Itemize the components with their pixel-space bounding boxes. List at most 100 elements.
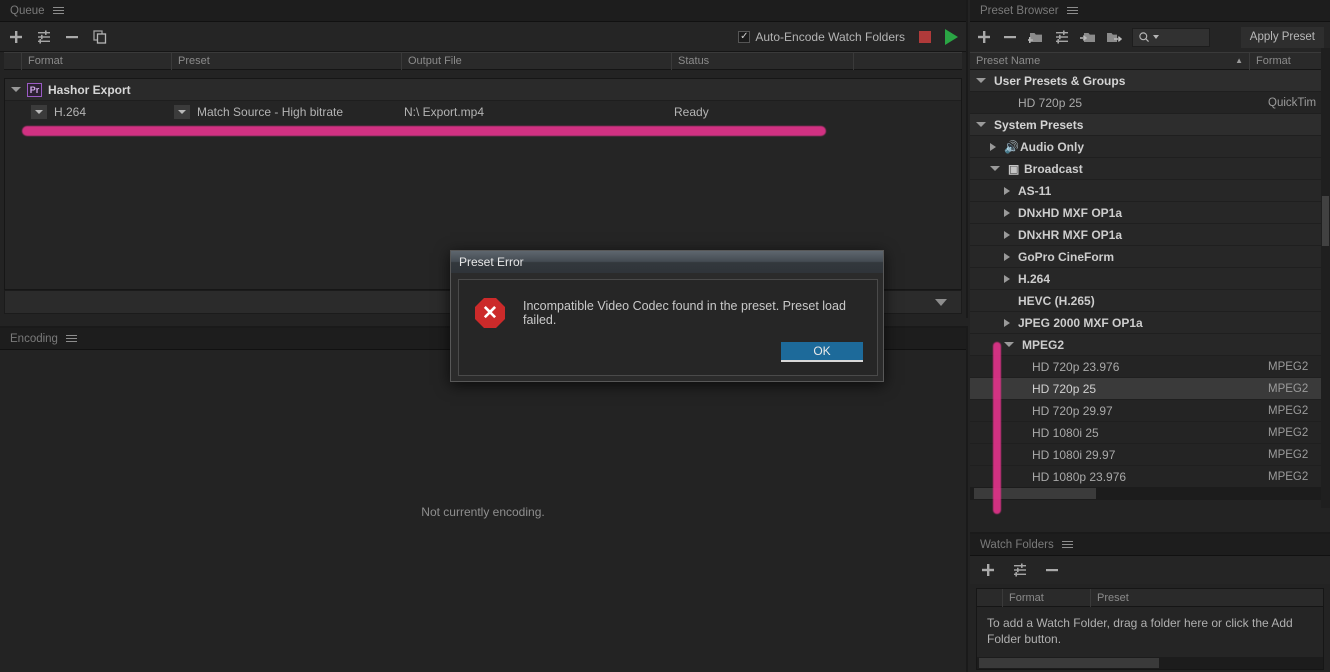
import-preset-icon[interactable] [1080,29,1096,45]
chevron-down-icon[interactable] [976,122,986,127]
watch-hscroll-thumb[interactable] [979,658,1159,668]
remove-source-icon[interactable] [64,29,80,45]
chevron-right-icon[interactable] [1004,318,1010,327]
chevron-right-icon[interactable] [1004,186,1010,195]
preset-tree-row[interactable]: HD 720p 23.976 MPEG2 [970,356,1330,378]
chevron-right-icon[interactable] [1004,230,1010,239]
preset-tree-row[interactable]: AS-11 [970,180,1330,202]
delete-preset-icon[interactable] [1002,29,1018,45]
chevron-right-icon[interactable] [990,142,996,151]
chevron-down-icon[interactable] [1004,342,1014,347]
apply-preset-button[interactable]: Apply Preset [1240,26,1324,48]
watch-folders-list[interactable]: Format Preset To add a Watch Folder, dra… [976,588,1324,670]
tv-icon: ▣ [1008,161,1020,176]
preset-name: Broadcast [1024,161,1083,176]
highlight-annotation-horizontal [22,126,826,136]
preset-name: User Presets & Groups [994,73,1126,88]
watch-column-headers: Format Preset [977,588,1323,607]
preset-tree-row[interactable]: 🔊 Audio Only [970,136,1330,158]
chevron-right-icon[interactable] [1004,208,1010,217]
preset-col-name[interactable]: Preset Name ▲ [970,52,1250,70]
preset-tree-row[interactable]: HD 720p 29.97 MPEG2 [970,400,1330,422]
watch-col-preset[interactable]: Preset [1091,589,1323,607]
remove-watch-folder-icon[interactable] [1044,562,1060,578]
queue-col-format[interactable]: Format [22,52,172,70]
preset-dropdown-icon[interactable] [174,105,190,119]
preset-name: HD 1080p 23.976 [1032,469,1127,484]
preset-vscroll-thumb[interactable] [1322,196,1329,246]
watch-folders-panel: Watch Folders Format Preset To add a Wat… [970,532,1330,672]
search-input[interactable] [1132,27,1210,47]
group-disclosure-icon[interactable] [11,87,21,92]
queue-panel-menu-icon[interactable] [52,0,67,22]
tab-encoding[interactable]: Encoding [0,328,66,350]
preset-browser-panel: Preset Browser Apply Preset Preset Name … [970,0,1330,528]
preset-col-format[interactable]: Format [1250,52,1330,70]
preset-vertical-scrollbar[interactable] [1321,48,1330,508]
new-preset-group-icon[interactable] [1026,29,1044,45]
preset-tree-row[interactable]: GoPro CineForm [970,246,1330,268]
chevron-right-icon[interactable] [1004,274,1010,283]
watch-folder-settings-icon[interactable] [1012,562,1028,578]
preset-tree-row[interactable]: System Presets [970,114,1330,136]
stop-queue-icon[interactable] [919,30,931,43]
export-preset-icon[interactable] [1106,29,1123,45]
queue-col-spacer [4,52,22,70]
media-encoder-window: Queue ✓ Auto-Encode Watch Folders Format… [0,0,1330,672]
ok-button[interactable]: OK [781,342,863,362]
chevron-down-icon[interactable] [990,166,1000,171]
preset-browser-toolbar: Apply Preset [970,22,1330,52]
preset-tree-row[interactable]: HEVC (H.265) [970,290,1330,312]
preset-horizontal-scrollbar[interactable] [970,487,1330,500]
preset-name: HD 1080i 29.97 [1032,447,1116,462]
preset-tree-row[interactable]: H.264 [970,268,1330,290]
preset-settings-icon[interactable] [36,29,52,45]
duplicate-icon[interactable] [92,29,108,45]
row-output-file[interactable]: N:\ Export.mp4 [404,105,674,119]
error-icon: ✕ [475,298,505,328]
sort-ascending-icon: ▲ [1235,56,1243,65]
dialog-titlebar[interactable]: Preset Error [451,251,883,273]
preset-name: JPEG 2000 MXF OP1a [1018,315,1143,330]
queue-col-output-file[interactable]: Output File [402,52,672,70]
preset-tree-row[interactable]: HD 720p 25 MPEG2 [970,378,1330,400]
watch-folders-panel-menu-icon[interactable] [1061,534,1076,556]
preset-tree-row[interactable]: JPEG 2000 MXF OP1a [970,312,1330,334]
preset-name: AS-11 [1018,183,1052,198]
preset-settings-icon[interactable] [1054,29,1070,45]
queue-group-row[interactable]: Pr Hashor Export [5,79,961,101]
chevron-right-icon[interactable] [1004,252,1010,261]
tab-watch-folders[interactable]: Watch Folders [970,534,1062,556]
preset-tree-row[interactable]: User Presets & Groups [970,70,1330,92]
preset-tree-row[interactable]: DNxHD MXF OP1a [970,202,1330,224]
new-preset-icon[interactable] [976,29,992,45]
watch-col-format[interactable]: Format [1003,588,1091,607]
watch-horizontal-scrollbar[interactable] [977,657,1323,669]
tab-queue[interactable]: Queue [0,0,53,22]
preset-name: DNxHD MXF OP1a [1018,205,1123,220]
preset-tree-row[interactable]: DNxHR MXF OP1a [970,224,1330,246]
chevron-down-icon[interactable] [976,78,986,83]
preset-tree-row[interactable]: HD 1080p 23.976 MPEG2 [970,466,1330,488]
format-dropdown-icon[interactable] [31,105,47,119]
start-queue-icon[interactable] [945,28,958,45]
preset-tree-row[interactable]: HD 1080i 25 MPEG2 [970,422,1330,444]
preset-tree-row[interactable]: ▣ Broadcast [970,158,1330,180]
encoding-panel-menu-icon[interactable] [65,328,80,350]
auto-encode-watch-folders-checkbox[interactable]: ✓ Auto-Encode Watch Folders [738,30,905,44]
add-source-icon[interactable] [8,29,24,45]
queue-col-preset[interactable]: Preset [172,52,402,70]
preset-tree-row[interactable]: MPEG2 [970,334,1330,356]
preset-tree-row[interactable]: HD 1080i 29.97 MPEG2 [970,444,1330,466]
chevron-down-icon[interactable] [935,298,947,306]
row-status: Ready [674,105,709,119]
search-chevron-down-icon[interactable] [1153,35,1159,39]
queue-col-status[interactable]: Status [672,52,854,70]
auto-encode-label: Auto-Encode Watch Folders [755,29,905,44]
preset-name: System Presets [994,117,1084,132]
preset-tree-row[interactable]: HD 720p 25 QuickTim [970,92,1330,114]
table-row[interactable]: H.264 Match Source - High bitrate N:\ Ex… [5,101,961,123]
tab-preset-browser[interactable]: Preset Browser [970,0,1067,22]
add-watch-folder-icon[interactable] [980,562,996,578]
preset-browser-panel-menu-icon[interactable] [1066,0,1081,22]
